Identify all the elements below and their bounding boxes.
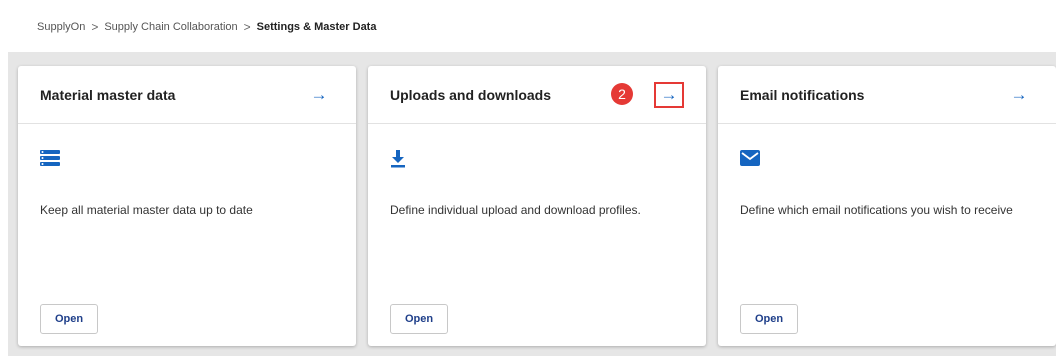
card-description: Define individual upload and download pr… (390, 203, 641, 217)
download-icon (390, 150, 406, 173)
card-header: Uploads and downloads → (368, 66, 706, 124)
breadcrumb: SupplyOn > Supply Chain Collaboration > … (37, 20, 376, 34)
card-header: Material master data → (18, 66, 356, 124)
card-email-notifications: Email notifications → Define which email… (718, 66, 1056, 346)
card-title: Uploads and downloads (390, 86, 552, 103)
open-button[interactable]: Open (740, 304, 798, 334)
open-button[interactable]: Open (390, 304, 448, 334)
arrow-right-icon[interactable]: → (654, 81, 684, 108)
breadcrumb-separator: > (243, 20, 251, 34)
arrow-right-icon[interactable]: → (1004, 82, 1034, 108)
step-badge: 2 (611, 83, 633, 105)
card-description: Define which email notifications you wis… (740, 203, 1013, 217)
arrow-right-icon[interactable]: → (304, 82, 334, 108)
card-title: Material master data (40, 86, 176, 103)
breadcrumb-item-supply-chain-collaboration[interactable]: Supply Chain Collaboration (104, 21, 237, 33)
card-description: Keep all material master data up to date (40, 203, 253, 217)
breadcrumb-separator: > (91, 20, 99, 34)
cards-panel: Material master data → Keep all material… (8, 52, 1056, 356)
breadcrumb-item-supplyon[interactable]: SupplyOn (37, 21, 85, 33)
list-icon (40, 150, 60, 171)
mail-icon (740, 150, 760, 171)
card-title: Email notifications (740, 86, 865, 103)
card-header: Email notifications → (718, 66, 1056, 124)
open-button[interactable]: Open (40, 304, 98, 334)
card-uploads-and-downloads: Uploads and downloads → 2 Define individ… (368, 66, 706, 346)
breadcrumb-item-current: Settings & Master Data (256, 21, 377, 33)
card-material-master-data: Material master data → Keep all material… (18, 66, 356, 346)
